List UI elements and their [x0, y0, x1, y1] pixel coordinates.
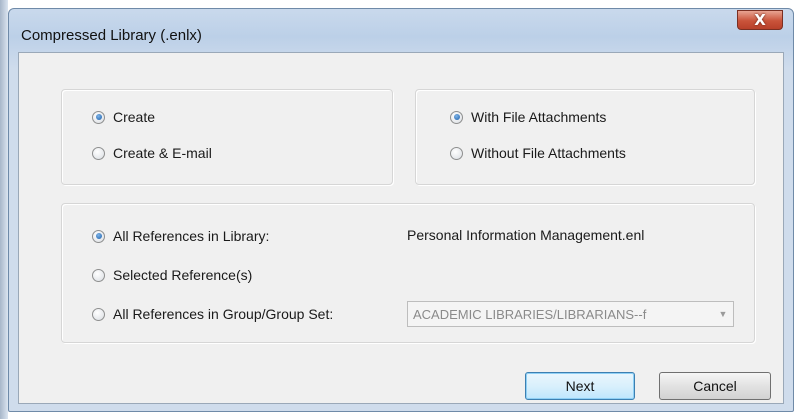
radio-indicator	[450, 146, 463, 160]
radio-selected-references[interactable]: Selected Reference(s)	[92, 267, 252, 283]
radio-label: Selected Reference(s)	[113, 267, 253, 283]
radio-label: With File Attachments	[471, 109, 607, 125]
radio-create-email[interactable]: Create & E-mail	[92, 145, 212, 161]
close-button[interactable]: X	[737, 10, 783, 30]
radio-without-attachments[interactable]: Without File Attachments	[450, 145, 626, 161]
radio-label: Without File Attachments	[471, 145, 626, 161]
radio-create[interactable]: Create	[92, 109, 155, 125]
dialog-window: Compressed Library (.enlx) X Create Crea…	[8, 8, 794, 412]
close-icon: X	[754, 11, 766, 29]
radio-with-attachments[interactable]: With File Attachments	[450, 109, 606, 125]
radio-label: All References in Group/Group Set:	[113, 306, 334, 322]
group-select-value: ACADEMIC LIBRARIES/LIBRARIANS--f	[413, 306, 647, 322]
radio-label: Create	[113, 109, 156, 125]
radio-all-references-group[interactable]: All References in Group/Group Set:	[92, 306, 333, 322]
group-select[interactable]: ACADEMIC LIBRARIES/LIBRARIANS--f ▼	[407, 301, 734, 327]
dialog-body: Create Create & E-mail With File Attachm…	[18, 52, 784, 404]
window-title: Compressed Library (.enlx)	[21, 27, 202, 44]
attachments-group: With File Attachments Without File Attac…	[415, 89, 755, 185]
radio-indicator	[450, 110, 463, 124]
cancel-button[interactable]: Cancel	[659, 372, 771, 400]
radio-indicator	[92, 146, 105, 160]
library-name: Personal Information Management.enl	[407, 227, 645, 243]
radio-indicator	[92, 268, 105, 282]
radio-indicator	[92, 229, 105, 243]
mode-group: Create Create & E-mail	[61, 89, 393, 185]
radio-label: Create & E-mail	[113, 145, 212, 161]
next-button[interactable]: Next	[525, 372, 635, 400]
radio-all-references-library[interactable]: All References in Library:	[92, 228, 269, 244]
radio-label: All References in Library:	[113, 228, 270, 244]
radio-indicator	[92, 110, 105, 124]
radio-indicator	[92, 307, 105, 321]
desktop-edge	[0, 0, 8, 419]
chevron-down-icon: ▼	[718, 309, 728, 319]
